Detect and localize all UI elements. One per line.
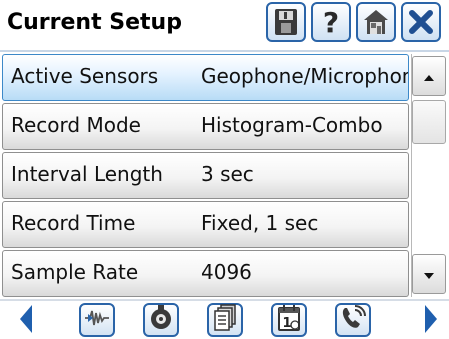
calendar-icon: 1 <box>276 304 302 336</box>
setting-label: Interval Length <box>11 162 163 186</box>
setting-row-record-mode[interactable]: Record Mode Histogram-Combo <box>2 103 409 150</box>
documents-button[interactable] <box>207 303 243 337</box>
setting-row-record-time[interactable]: Record Time Fixed, 1 sec <box>2 201 409 248</box>
previous-button[interactable] <box>14 305 38 337</box>
setting-row-sample-rate[interactable]: Sample Rate 4096 <box>2 250 409 297</box>
scroll-thumb[interactable] <box>412 100 446 144</box>
arrow-left-icon <box>19 304 33 338</box>
setting-value: Geophone/Microphone <box>201 64 409 88</box>
setting-row-interval-length[interactable]: Interval Length 3 sec <box>2 152 409 199</box>
close-button[interactable] <box>401 2 441 42</box>
header-divider <box>0 50 449 52</box>
header-bar: Current Setup ? <box>0 0 449 50</box>
home-button[interactable] <box>356 2 396 42</box>
phone-icon <box>339 304 367 336</box>
save-button[interactable] <box>266 2 306 42</box>
arrow-right-icon <box>424 304 438 338</box>
sensor-button[interactable] <box>143 303 179 337</box>
help-button[interactable]: ? <box>311 2 351 42</box>
setting-label: Record Time <box>11 211 136 235</box>
setting-row-active-sensors[interactable]: Active Sensors Geophone/Microphone <box>2 54 409 101</box>
close-icon <box>407 8 435 36</box>
setting-label: Record Mode <box>11 113 141 137</box>
save-icon <box>272 7 300 37</box>
svg-text:1: 1 <box>282 316 291 331</box>
documents-icon <box>212 304 238 336</box>
setting-value: Fixed, 1 sec <box>201 211 319 235</box>
calendar-button[interactable]: 1 <box>271 303 307 337</box>
sensor-icon <box>148 304 174 336</box>
toolbar-divider <box>0 299 449 301</box>
bottom-toolbar: 1 <box>0 299 449 339</box>
scroll-down-button[interactable] <box>412 254 446 294</box>
next-button[interactable] <box>419 305 443 337</box>
setting-value: 3 sec <box>201 162 254 186</box>
waveform-icon <box>83 306 111 334</box>
help-icon: ? <box>317 7 345 37</box>
triangle-down-icon <box>423 265 435 284</box>
setting-label: Active Sensors <box>11 64 159 88</box>
page-title: Current Setup <box>7 10 182 35</box>
settings-list: Active Sensors Geophone/Microphone Recor… <box>2 54 409 299</box>
waveform-button[interactable] <box>79 303 115 337</box>
setting-label: Sample Rate <box>11 260 139 284</box>
svg-text:?: ? <box>323 7 339 37</box>
scroll-up-button[interactable] <box>412 56 446 96</box>
phone-button[interactable] <box>335 303 371 337</box>
home-icon <box>361 7 391 37</box>
setting-value: Histogram-Combo <box>201 113 383 137</box>
triangle-up-icon <box>423 67 435 86</box>
current-setup-screen: Current Setup ? Active Sensors Geophone/… <box>0 0 449 339</box>
setting-value: 4096 <box>201 260 252 284</box>
scrollbar[interactable] <box>411 54 446 297</box>
